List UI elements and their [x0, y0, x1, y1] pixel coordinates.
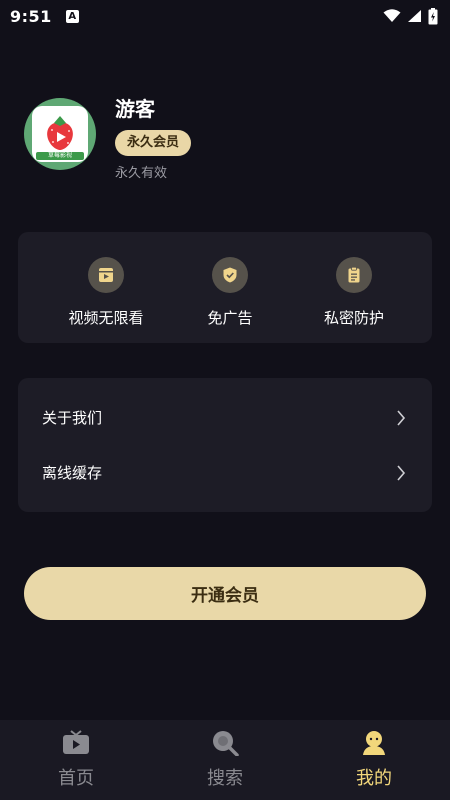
perk-label: 视频无限看 [68, 309, 144, 327]
battery-icon [428, 7, 438, 24]
nav-item-search[interactable]: 搜索 [173, 720, 277, 800]
wifi-icon [383, 9, 401, 22]
perk-privacy: 私密防护 [304, 232, 404, 343]
avatar-caption: 草莓影视 [36, 152, 84, 160]
bottom-nav: 首页 搜索 我的 [0, 720, 450, 800]
notification-icon: A [65, 9, 79, 23]
menu-item-offline-cache[interactable]: 离线缓存 [18, 445, 432, 500]
menu-item-label: 关于我们 [42, 409, 103, 427]
perks-card: 视频无限看 免广告 私密防护 [18, 232, 432, 343]
perk-label: 私密防护 [323, 309, 384, 327]
membership-validity: 永久有效 [115, 166, 168, 181]
chevron-right-icon [397, 464, 406, 481]
vip-badge: 永久会员 [115, 130, 192, 156]
clipboard-icon [336, 257, 372, 293]
perk-label: 免广告 [207, 309, 253, 327]
menu-item-about-us[interactable]: 关于我们 [18, 390, 432, 445]
status-bar: 9:51 A [0, 0, 450, 32]
username: 游客 [115, 97, 155, 121]
signal-icon [408, 10, 421, 22]
nav-item-home[interactable]: 首页 [24, 720, 128, 800]
menu-card: 关于我们 离线缓存 [18, 378, 432, 512]
profile-header: 草莓影视 游客 永久会员 永久有效 [24, 97, 192, 181]
profile-icon [361, 730, 387, 756]
open-membership-button[interactable]: 开通会员 [24, 567, 426, 620]
chevron-right-icon [397, 409, 406, 426]
nav-label: 搜索 [207, 768, 243, 789]
shield-icon [212, 257, 248, 293]
status-time: 9:51 [10, 6, 52, 26]
search-icon [211, 730, 239, 756]
nav-item-mine[interactable]: 我的 [322, 720, 426, 800]
strawberry-logo-icon: 草莓影视 [32, 106, 88, 162]
nav-label: 首页 [58, 768, 94, 789]
perk-video: 视频无限看 [56, 232, 156, 343]
nav-label: 我的 [356, 768, 392, 789]
perk-no-ads: 免广告 [180, 232, 280, 343]
video-icon [88, 257, 124, 293]
tv-icon [62, 730, 90, 756]
menu-item-label: 离线缓存 [42, 464, 103, 482]
avatar[interactable]: 草莓影视 [24, 98, 96, 170]
